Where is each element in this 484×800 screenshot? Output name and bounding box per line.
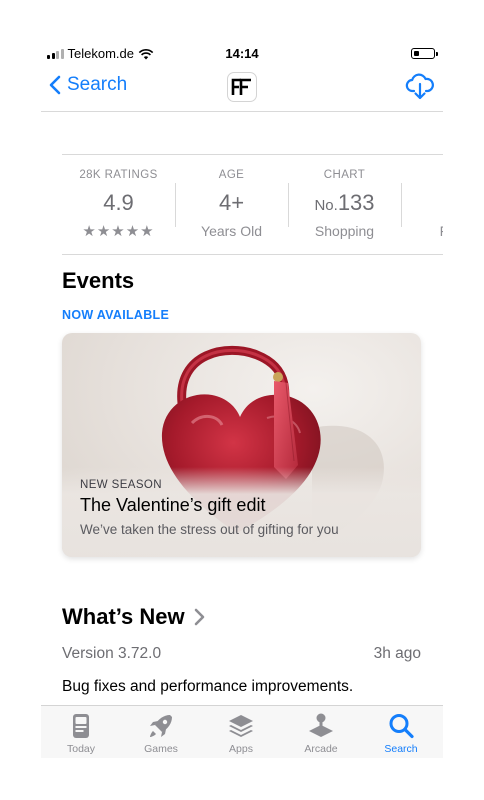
- navigation-bar: Search: [41, 64, 443, 112]
- whats-new-heading[interactable]: What’s New: [62, 604, 205, 630]
- ratings-label: 28K RATINGS: [79, 169, 158, 181]
- today-icon: [73, 714, 89, 738]
- rocket-icon: [150, 715, 172, 737]
- search-icon: [389, 714, 414, 739]
- event-kicker: NEW SEASON: [80, 479, 162, 491]
- chart-label: CHART: [323, 169, 366, 181]
- update-time: 3h ago: [373, 645, 421, 662]
- events-heading: Events: [62, 268, 135, 293]
- tab-label: Games: [144, 743, 178, 755]
- rating-stars: ★★★★★: [82, 223, 155, 240]
- chart-category: Shopping: [314, 223, 375, 239]
- release-notes: Bug fixes and performance improvements.: [62, 678, 354, 695]
- age-label: AGE: [218, 169, 245, 181]
- battery-icon: [411, 48, 438, 59]
- rating-value: 4.9: [103, 190, 134, 215]
- chart-rank-number: 133: [337, 190, 375, 215]
- event-description: We’ve taken the stress out of gifting fo…: [80, 522, 339, 537]
- age-column: AGE 4+ Years Old: [175, 155, 288, 255]
- back-button-label: Search: [67, 74, 128, 95]
- tab-label: Arcade: [304, 743, 338, 755]
- developer-column[interactable]: D FARF: [401, 155, 443, 255]
- status-bar: Telekom.de 14:14: [41, 42, 443, 64]
- tab-label: Search: [384, 743, 418, 755]
- tab-search[interactable]: Search: [361, 711, 441, 755]
- tab-bar: Today Games Apps Arcade Search: [41, 705, 443, 758]
- app-store-page: Telekom.de 14:14 Search 28K RATINGS 4.9 …: [41, 42, 443, 758]
- events-availability-tag: NOW AVAILABLE: [62, 308, 170, 322]
- cloud-download-icon[interactable]: [405, 72, 435, 102]
- event-card[interactable]: NEW SEASON The Valentine’s gift edit We’…: [62, 333, 421, 557]
- tab-games[interactable]: Games: [121, 711, 201, 755]
- whats-new-title: What’s New: [62, 604, 185, 629]
- tab-label: Apps: [229, 743, 253, 755]
- developer-label: D: [401, 169, 443, 181]
- app-info-strip: 28K RATINGS 4.9 ★★★★★ AGE 4+ Years Old C…: [62, 154, 443, 255]
- clock: 14:14: [225, 46, 259, 61]
- apps-stack-icon: [229, 715, 253, 737]
- joystick-icon: [309, 713, 333, 737]
- chevron-right-icon: [194, 608, 204, 626]
- tab-apps[interactable]: Apps: [201, 711, 281, 755]
- tab-arcade[interactable]: Arcade: [281, 711, 361, 755]
- tab-today[interactable]: Today: [41, 711, 121, 755]
- app-logo: [227, 72, 257, 102]
- chart-rank-prefix: No.: [314, 197, 338, 214]
- back-button[interactable]: Search: [49, 74, 127, 96]
- chevron-left-icon: [49, 75, 61, 95]
- developer-name: FARF: [401, 223, 443, 239]
- version-number: Version 3.72.0: [62, 645, 162, 662]
- farfetch-logo-icon: [231, 78, 251, 95]
- tab-label: Today: [66, 743, 96, 755]
- chart-rank: No.133: [288, 190, 401, 216]
- event-card-text: NEW SEASON The Valentine’s gift edit We’…: [62, 467, 421, 557]
- chart-column[interactable]: CHART No.133 Shopping: [288, 155, 401, 255]
- age-value: 4+: [218, 190, 245, 215]
- age-sub: Years Old: [201, 223, 262, 239]
- event-headline: The Valentine’s gift edit: [80, 495, 266, 515]
- developer-icon-slot: [401, 190, 443, 216]
- ratings-column[interactable]: 28K RATINGS 4.9 ★★★★★: [62, 155, 175, 255]
